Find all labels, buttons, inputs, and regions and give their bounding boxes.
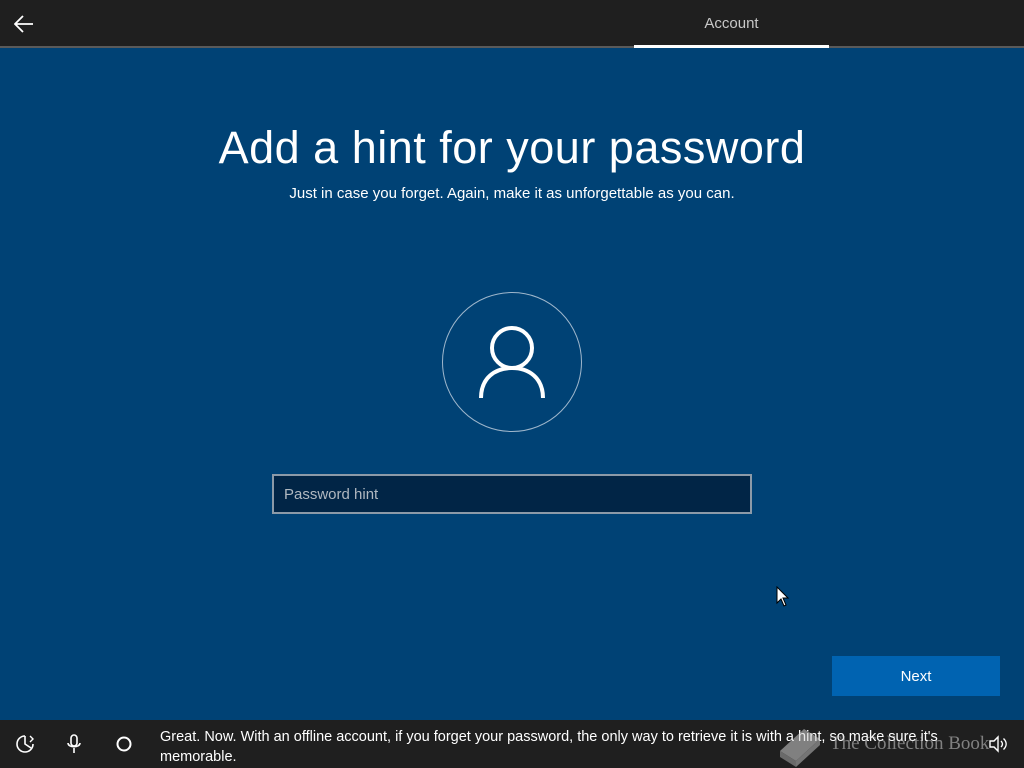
volume-icon [989,735,1007,753]
cortana-circle-icon [116,736,132,752]
oobe-screen: Account Add a hint for your password Jus… [0,0,1024,768]
page-subtitle: Just in case you forget. Again, make it … [289,185,735,202]
tab-active-indicator [634,45,829,48]
ease-of-access-button[interactable] [9,728,41,760]
cortana-button[interactable] [108,728,140,760]
page-title: Add a hint for your password [218,122,806,173]
arrow-left-icon [14,15,33,33]
avatar [442,292,582,432]
bottom-bar: Great. Now. With an offline account, if … [0,720,1024,768]
volume-button[interactable] [982,728,1014,760]
cortana-caption: Great. Now. With an offline account, if … [160,729,938,765]
user-icon [479,326,545,399]
next-button[interactable]: Next [832,656,1000,696]
microphone-icon [67,734,81,753]
mouse-pointer-icon [776,586,790,607]
top-bar: Account [0,0,1024,48]
ease-of-access-icon [16,735,34,753]
back-button[interactable] [6,6,42,42]
tab-account: Account [704,14,759,32]
password-hint-input[interactable] [272,474,752,514]
microphone-button[interactable] [58,728,90,760]
